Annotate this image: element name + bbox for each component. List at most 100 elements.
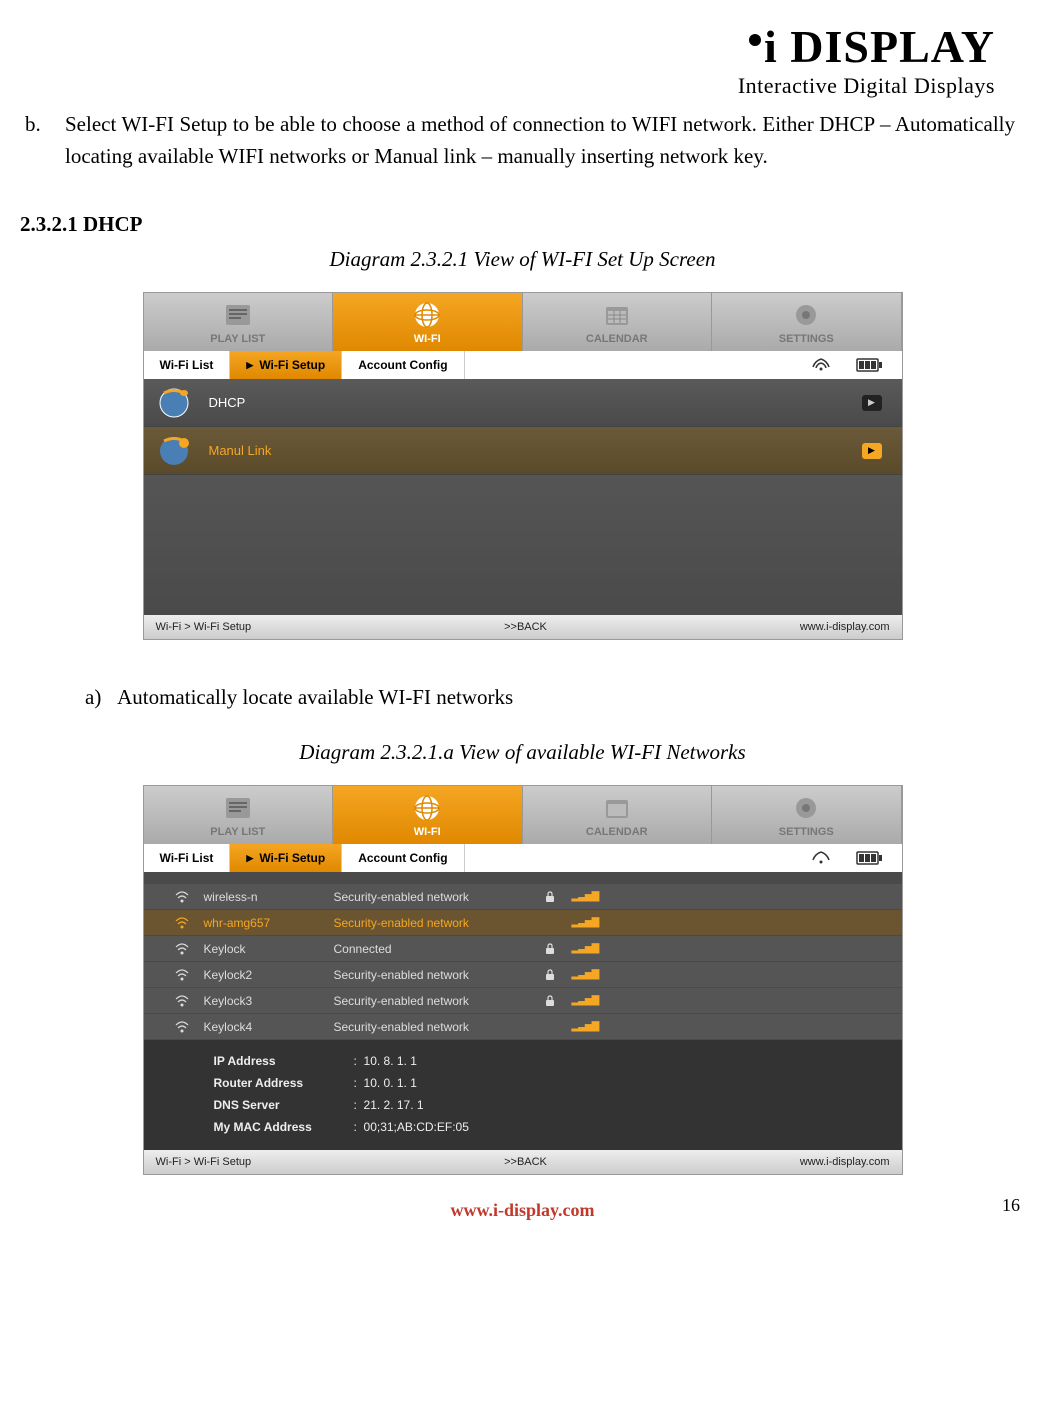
tab-settings[interactable]: SETTINGS <box>712 293 902 351</box>
brand-logo: i DISPLAY Interactive Digital Displays <box>20 0 1025 109</box>
back-button[interactable]: >>BACK <box>251 621 800 633</box>
network-row[interactable]: Keylock4Security-enabled network▂▃▅▇ <box>144 1014 902 1040</box>
tab-playlist[interactable]: PLAY LIST <box>144 293 334 351</box>
tab-wifi[interactable]: WI-FI <box>333 293 523 351</box>
gap <box>144 872 902 884</box>
lock-icon <box>544 995 562 1007</box>
breadcrumb: Wi-Fi > Wi-Fi Setup <box>156 1156 252 1168</box>
info-row: Router Address: 10. 0. 1. 1 <box>214 1072 852 1094</box>
network-ssid: Keylock3 <box>204 994 324 1008</box>
manual-link-icon <box>154 431 194 471</box>
network-row[interactable]: Keylock2 Security-enabled network ▂▃▅▇ <box>144 962 902 988</box>
tab-calendar[interactable]: CALENDAR <box>523 293 713 351</box>
wifi-antenna-icon <box>174 994 194 1008</box>
settings-gear-icon <box>790 792 822 824</box>
signal-bars-icon: ▂▃▅▇ <box>572 969 602 980</box>
footer-url: www.i-display.com <box>800 1156 890 1168</box>
arrow-icon: ▶ <box>862 443 882 459</box>
signal-bars-icon: ▂▃▅▇ <box>572 891 602 902</box>
footer-link-anchor[interactable]: www.i-display.com <box>450 1200 594 1220</box>
signal-bars-icon: ▂▃▅▇ <box>572 995 602 1006</box>
info-label: My MAC Address <box>214 1120 354 1134</box>
lock-icon <box>544 943 562 955</box>
wifi-antenna-icon <box>174 890 194 904</box>
network-ssid: Keylock <box>204 942 324 956</box>
screenshot-footer: Wi-Fi > Wi-Fi Setup >>BACK www.i-display… <box>144 1150 902 1174</box>
network-status: Security-enabled network <box>334 890 534 904</box>
settings-gear-icon <box>790 299 822 331</box>
menu-dhcp[interactable]: DHCP ▶ <box>144 379 902 427</box>
sub-nav-tabs: Wi-Fi List ▶Wi-Fi Setup Account Config <box>144 351 902 379</box>
signal-bars-icon: ▂▃▅▇ <box>572 1021 602 1032</box>
tab-calendar[interactable]: CALENDAR <box>523 786 713 844</box>
signal-bars-icon: ▂▃▅▇ <box>572 917 602 928</box>
network-row[interactable]: KeylockConnected▂▃▅▇ <box>144 936 902 962</box>
wifi-antenna-icon <box>174 1020 194 1034</box>
tab-settings[interactable]: SETTINGS <box>712 786 902 844</box>
wifi-globe-icon <box>411 299 443 331</box>
battery-icon <box>856 358 882 372</box>
subtab-wifi-list[interactable]: Wi-Fi List <box>144 844 231 872</box>
calendar-icon <box>601 299 633 331</box>
subtab-wifi-list[interactable]: Wi-Fi List <box>144 351 231 379</box>
calendar-icon <box>601 792 633 824</box>
tab-wifi[interactable]: WI-FI <box>333 786 523 844</box>
empty-space <box>144 475 902 615</box>
arrow-icon: ▶ <box>862 395 882 411</box>
info-value: 10. 8. 1. 1 <box>364 1054 417 1068</box>
tab-playlist[interactable]: PLAY LIST <box>144 786 334 844</box>
network-row[interactable]: whr-amg657Security-enabled network▂▃▅▇ <box>144 910 902 936</box>
info-row: DNS Server: 21. 2. 17. 1 <box>214 1094 852 1116</box>
lock-icon <box>544 969 562 981</box>
info-value: 21. 2. 17. 1 <box>364 1098 424 1112</box>
wifi-antenna-icon <box>174 942 194 956</box>
subtab-wifi-setup[interactable]: ▶Wi-Fi Setup <box>230 351 342 379</box>
network-status: Security-enabled network <box>334 994 534 1008</box>
menu-dhcp-label: DHCP <box>209 395 862 410</box>
menu-manual-link[interactable]: Manul Link ▶ <box>144 427 902 475</box>
breadcrumb: Wi-Fi > Wi-Fi Setup <box>156 621 252 633</box>
screenshot-wifi-setup: PLAY LIST WI-FI CALENDAR SETTINGS Wi-Fi … <box>143 292 903 640</box>
network-row[interactable]: wireless-n Security-enabled network ▂▃▅▇ <box>144 884 902 910</box>
subtab-account-config[interactable]: Account Config <box>342 844 464 872</box>
info-value: 00;31;AB:CD:EF:05 <box>364 1120 469 1134</box>
info-label: Router Address <box>214 1076 354 1090</box>
network-status: Security-enabled network <box>334 916 534 930</box>
network-list: wireless-nSecurity-enabled network▂▃▅▇wh… <box>144 884 902 1040</box>
status-bar <box>811 844 902 872</box>
wifi-antenna-icon <box>174 968 194 982</box>
network-ssid: wireless-n <box>204 890 324 904</box>
intro-paragraph: b.Select WI-FI Setup to be able to choos… <box>20 109 1025 172</box>
status-bar <box>811 351 902 379</box>
screenshot-wifi-networks: PLAY LIST WI-FI CALENDAR SETTINGS Wi-Fi … <box>143 785 903 1175</box>
diagram-caption-1: Diagram 2.3.2.1 View of WI-FI Set Up Scr… <box>20 242 1025 292</box>
main-nav-tabs: PLAY LIST WI-FI CALENDAR SETTINGS <box>144 293 902 351</box>
page-number: 16 <box>1002 1195 1020 1216</box>
section-heading-dhcp: 2.3.2.1 DHCP <box>20 172 1025 242</box>
sub-nav-tabs: Wi-Fi List ▶Wi-Fi Setup Account Config <box>144 844 902 872</box>
info-row: My MAC Address: 00;31;AB:CD:EF:05 <box>214 1116 852 1138</box>
footer-url: www.i-display.com <box>800 621 890 633</box>
wifi-signal-icon <box>811 357 831 373</box>
subtab-wifi-setup[interactable]: ▶Wi-Fi Setup <box>230 844 342 872</box>
wifi-signal-icon <box>811 850 831 866</box>
network-ssid: Keylock2 <box>204 968 324 982</box>
logo-subtitle: Interactive Digital Displays <box>20 73 995 99</box>
triangle-icon: ▶ <box>246 360 253 371</box>
menu-manual-label: Manul Link <box>209 443 862 458</box>
back-button[interactable]: >>BACK <box>251 1156 800 1168</box>
network-ssid: Keylock4 <box>204 1020 324 1034</box>
intro-text: Select WI-FI Setup to be able to choose … <box>65 112 1015 168</box>
network-status: Security-enabled network <box>334 968 534 982</box>
logo-main: i DISPLAY <box>20 20 995 73</box>
lock-icon <box>544 891 562 903</box>
page-footer-link: www.i-display.com <box>20 1195 1025 1236</box>
info-row: IP Address: 10. 8. 1. 1 <box>214 1050 852 1072</box>
wifi-globe-icon <box>411 792 443 824</box>
info-value: 10. 0. 1. 1 <box>364 1076 417 1090</box>
signal-bars-icon: ▂▃▅▇ <box>572 943 602 954</box>
main-nav-tabs: PLAY LIST WI-FI CALENDAR SETTINGS <box>144 786 902 844</box>
network-row[interactable]: Keylock3 Security-enabled network ▂▃▅▇ <box>144 988 902 1014</box>
setup-menu: DHCP ▶ Manul Link ▶ <box>144 379 902 615</box>
subtab-account-config[interactable]: Account Config <box>342 351 464 379</box>
